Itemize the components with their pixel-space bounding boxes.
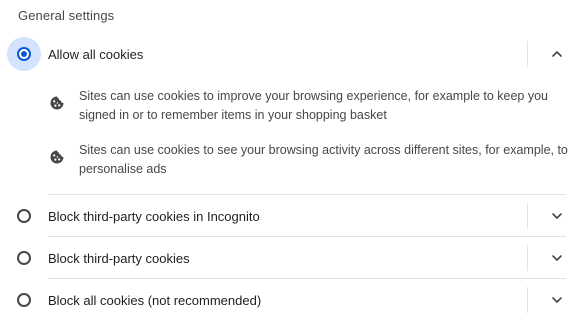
option-allow-all-cookies[interactable]: Allow all cookies <box>0 34 580 74</box>
row-divider <box>48 194 566 195</box>
option-block-all-cookies[interactable]: Block all cookies (not recommended) <box>0 280 580 320</box>
chevron-down-icon[interactable] <box>549 208 565 224</box>
detail-item: Sites can use cookies to see your browsi… <box>48 141 573 181</box>
cookie-icon <box>50 96 64 110</box>
radio-block-all-cookies[interactable] <box>17 293 31 307</box>
detail-text: Sites can use cookies to improve your br… <box>79 89 548 122</box>
divider <box>527 245 528 271</box>
option-block-third-party[interactable]: Block third-party cookies <box>0 238 580 278</box>
divider <box>527 203 528 229</box>
option-label: Block third-party cookies in Incognito <box>48 209 260 224</box>
section-title: General settings <box>18 8 115 23</box>
option-block-third-party-incognito[interactable]: Block third-party cookies in Incognito <box>0 196 580 236</box>
option-label: Allow all cookies <box>48 47 144 62</box>
detail-text: Sites can use cookies to see your browsi… <box>79 143 568 176</box>
divider <box>527 41 528 67</box>
chevron-down-icon[interactable] <box>549 250 565 266</box>
chevron-down-icon[interactable] <box>549 292 565 308</box>
divider <box>527 287 528 313</box>
option-label: Block third-party cookies <box>48 251 190 266</box>
chevron-up-icon[interactable] <box>549 46 565 62</box>
row-divider <box>48 278 566 279</box>
option-label: Block all cookies (not recommended) <box>48 293 262 308</box>
detail-item: Sites can use cookies to improve your br… <box>48 87 573 127</box>
row-divider <box>48 236 566 237</box>
radio-block-third-party[interactable] <box>17 251 31 265</box>
cookie-icon <box>50 150 64 164</box>
radio-allow-all-cookies[interactable] <box>17 47 31 61</box>
radio-block-third-party-incognito[interactable] <box>17 209 31 223</box>
